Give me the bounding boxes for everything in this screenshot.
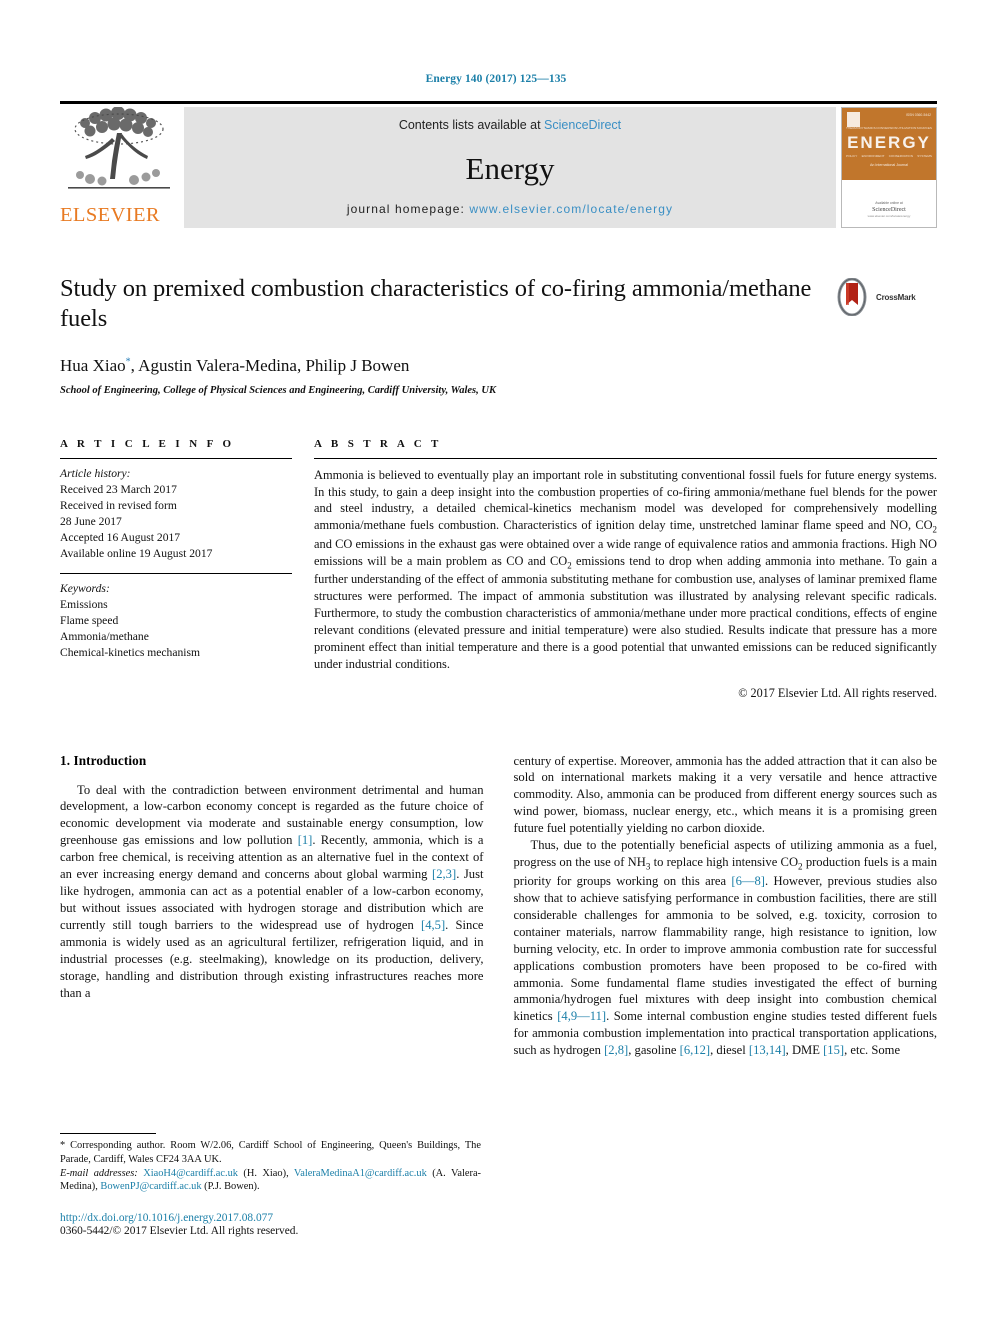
email-addresses-label: E-mail addresses: [60, 1167, 138, 1179]
history-item: 28 June 2017 [60, 514, 122, 528]
email-owner-1: (H. Xiao), [243, 1167, 289, 1179]
author-list: Hua Xiao*, Agustin Valera-Medina, Philip… [60, 356, 823, 376]
affiliation: School of Engineering, College of Physic… [60, 384, 496, 396]
contents-available-line: Contents lists available at ScienceDirec… [399, 118, 621, 132]
cover-label: CONVERSION [876, 126, 898, 130]
cover-journal-title: ENERGY [847, 133, 931, 152]
elsevier-wordmark: ELSEVIER [60, 203, 160, 226]
author-first: Hua Xiao [60, 355, 126, 375]
keyword-item: Emissions [60, 597, 108, 611]
history-item: Received in revised form [60, 498, 177, 512]
cover-label: SYSTEMS [917, 154, 932, 158]
article-info-heading: A R T I C L E I N F O [60, 437, 235, 450]
journal-title: Energy [465, 150, 555, 186]
intro-paragraph-1: To deal with the contradiction between e… [60, 782, 484, 1000]
abstract-column: A B S T R A C T Ammonia is believed to e… [314, 438, 937, 701]
doi-link[interactable]: http://dx.doi.org/10.1016/j.energy.2017.… [60, 1212, 481, 1224]
corresponding-author-note: * Corresponding author. Room W/2.06, Car… [60, 1140, 481, 1165]
email-link-2[interactable]: ValeraMedinaA1@cardiff.ac.uk [294, 1168, 427, 1179]
citation-ref[interactable]: [2,8] [604, 1043, 628, 1057]
footnote-divider [60, 1133, 156, 1134]
cover-bottom-panel: Available online at ScienceDirect www.el… [842, 180, 936, 227]
issn-copyright-line: 0360-5442/© 2017 Elsevier Ltd. All right… [60, 1225, 299, 1238]
page-title: Study on premixed combustion characteris… [60, 275, 812, 332]
cover-labels-bottom: POLICY ENVIRONMENT CONSERVATION SYSTEMS [846, 154, 932, 158]
history-item: Accepted 16 August 2017 [60, 530, 181, 544]
email-link-1[interactable]: XiaoH4@cardiff.ac.uk [143, 1168, 238, 1179]
cover-labels-top: THERMODYNAMICS CONVERSION UTILIZATION SO… [846, 126, 932, 130]
elsevier-logo: ELSEVIER [60, 107, 182, 228]
email-addresses-note: E-mail addresses: XiaoH4@cardiff.ac.uk (… [60, 1167, 481, 1195]
cover-label: UTILIZATION [897, 126, 917, 130]
elsevier-tree-icon [60, 107, 178, 195]
abstract-heading: A B S T R A C T [314, 437, 442, 450]
doi-block: http://dx.doi.org/10.1016/j.energy.2017.… [60, 1212, 481, 1237]
footnote-region: * Corresponding author. Room W/2.06, Car… [60, 1133, 481, 1237]
divider [60, 457, 292, 459]
email-link-3[interactable]: BowenPJ@cardiff.ac.uk [100, 1181, 201, 1192]
keyword-item: Chemical-kinetics mechanism [60, 645, 201, 659]
cover-elsevier-mark-icon [847, 112, 860, 127]
cover-publisher-logo: ScienceDirect [872, 207, 906, 213]
citation-ref[interactable]: [4,5] [421, 918, 445, 932]
journal-masthead: ELSEVIER Contents lists available at Sci… [60, 101, 937, 228]
divider [60, 572, 292, 574]
cover-label: POLICY [846, 154, 858, 158]
journal-cover-thumbnail: ISSN 0360-5442 THERMODYNAMICS CONVERSION… [841, 107, 937, 228]
journal-homepage-line: journal homepage: www.elsevier.com/locat… [347, 202, 673, 216]
article-info-column: A R T I C L E I N F O Article history: R… [60, 438, 292, 701]
keyword-item: Ammonia/methane [60, 629, 149, 643]
keywords-block: Keywords: Emissions Flame speed Ammonia/… [60, 581, 292, 661]
email-owner-3: (P.J. Bowen). [204, 1181, 260, 1193]
title-area: Study on premixed combustion characteris… [60, 274, 937, 396]
citation-ref[interactable]: [15] [823, 1043, 844, 1057]
intro-paragraph-1-continued: century of expertise. Moreover, ammonia … [513, 753, 938, 836]
keyword-item: Flame speed [60, 613, 119, 627]
body-columns: 1. Introduction To deal with the contrad… [60, 753, 937, 1060]
cover-label: SOURCES [916, 126, 932, 130]
history-item: Available online 19 August 2017 [60, 546, 213, 560]
keywords-label: Keywords: [60, 581, 110, 595]
running-head: Energy 140 (2017) 125—135 [425, 73, 567, 85]
citation-ref[interactable]: [6—8] [731, 874, 765, 888]
crossmark-badge[interactable]: CrossMark [833, 274, 937, 396]
article-history-label: Article history: [60, 466, 131, 480]
cover-issue-text: ISSN 0360-5442 [905, 113, 931, 117]
citation-ref[interactable]: [6,12] [680, 1043, 710, 1057]
cover-top-panel: ISSN 0360-5442 THERMODYNAMICS CONVERSION… [842, 108, 936, 180]
intro-paragraph-2: Thus, due to the potentially beneficial … [513, 838, 938, 1058]
citation-ref[interactable]: [4,9—11] [557, 1009, 606, 1023]
cover-publisher-note: Available online at [875, 201, 903, 205]
sciencedirect-link[interactable]: ScienceDirect [544, 118, 621, 132]
cover-label: THERMODYNAMICS [846, 126, 876, 130]
section-heading-introduction: 1. Introduction [60, 752, 147, 768]
cover-label: CONSERVATION [888, 154, 913, 158]
citation-ref[interactable]: [13,14] [749, 1043, 786, 1057]
cover-tagline: An International Journal [870, 163, 908, 167]
cover-url: www.elsevier.com/locate/energy [867, 214, 911, 218]
divider [314, 457, 937, 459]
article-history: Article history: Received 23 March 2017 … [60, 466, 292, 562]
crossmark-icon [837, 278, 867, 316]
homepage-link[interactable]: www.elsevier.com/locate/energy [469, 202, 673, 216]
history-item: Received 23 March 2017 [60, 482, 177, 496]
homepage-prefix: journal homepage: [346, 202, 470, 216]
paper-page: Energy 140 (2017) 125—135 ELSEVIER Conte… [0, 0, 992, 1323]
body-column-left: 1. Introduction To deal with the contrad… [60, 753, 484, 1060]
citation-ref[interactable]: [1] [298, 833, 313, 847]
cover-label: ENVIRONMENT [861, 154, 885, 158]
contents-prefix: Contents lists available at [398, 118, 545, 132]
crossmark-label: CrossMark [876, 292, 916, 302]
journal-band: Contents lists available at ScienceDirec… [184, 107, 836, 228]
abstract-text: Ammonia is believed to eventually play a… [314, 467, 937, 671]
body-column-right: century of expertise. Moreover, ammonia … [514, 753, 938, 1060]
citation-ref[interactable]: [2,3] [432, 867, 456, 881]
info-abstract-region: A R T I C L E I N F O Article history: R… [60, 438, 937, 701]
authors-rest: , Agustin Valera-Medina, Philip J Bowen [130, 355, 410, 375]
abstract-copyright: © 2017 Elsevier Ltd. All rights reserved… [738, 685, 937, 700]
